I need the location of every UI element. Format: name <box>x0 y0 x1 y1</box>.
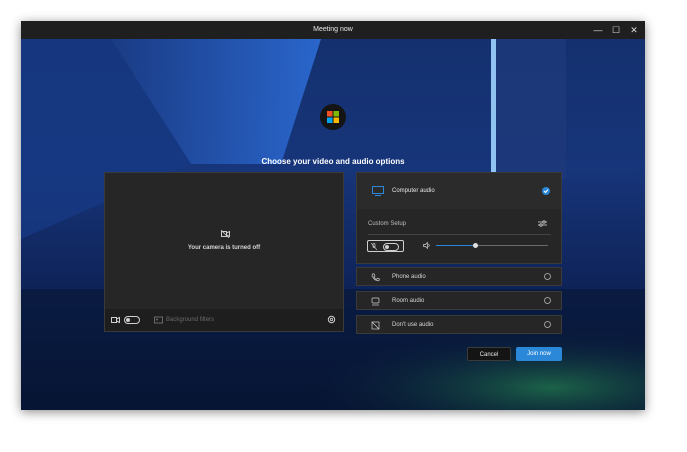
room-audio-icon <box>371 297 380 306</box>
volume-fill <box>436 245 476 246</box>
computer-audio-header[interactable]: Computer audio <box>357 173 561 209</box>
minimize-button[interactable]: — <box>589 21 607 39</box>
join-now-button[interactable]: Join now <box>516 347 562 361</box>
mic-off-icon <box>371 243 377 250</box>
close-button[interactable]: ✕ <box>625 21 643 39</box>
speaker-icon <box>423 242 431 249</box>
background-scene: Choose your video and audio options Your… <box>21 39 645 410</box>
mic-toggle[interactable] <box>383 242 399 251</box>
mic-control[interactable] <box>367 240 404 252</box>
phone-icon <box>371 273 380 282</box>
divider <box>368 234 551 235</box>
page-heading: Choose your video and audio options <box>261 157 405 166</box>
audio-option-label: Phone audio <box>392 274 426 280</box>
cancel-button[interactable]: Cancel <box>467 347 511 361</box>
volume-thumb[interactable] <box>472 243 478 248</box>
camera-toggle[interactable] <box>124 316 140 324</box>
audio-option-none[interactable]: Don't use audio <box>356 315 562 334</box>
computer-icon <box>372 186 384 196</box>
settings-gear-icon[interactable] <box>327 315 336 324</box>
meeting-window: Meeting now — ☐ ✕ Choose your video and … <box>21 21 645 410</box>
audio-option-room[interactable]: Room audio <box>356 291 562 310</box>
camera-icon <box>111 316 120 324</box>
video-preview: Your camera is turned off Background fil… <box>104 172 344 332</box>
audio-option-label: Don't use audio <box>392 322 434 328</box>
camera-off-message: Your camera is turned off <box>187 245 261 251</box>
maximize-button[interactable]: ☐ <box>607 21 625 39</box>
custom-setup-label: Custom Setup <box>368 221 407 227</box>
audio-option-label: Room audio <box>392 298 425 304</box>
room-audio-radio[interactable] <box>544 297 551 304</box>
background-filters-icon <box>154 316 163 324</box>
computer-audio-label: Computer audio <box>392 188 435 194</box>
no-audio-icon <box>371 321 380 330</box>
window-title: Meeting now <box>313 26 353 33</box>
microsoft-logo <box>320 104 346 130</box>
title-bar: Meeting now — ☐ ✕ <box>21 21 645 39</box>
audio-settings-icon[interactable] <box>538 220 547 227</box>
background-filters-button[interactable]: Background filters <box>166 317 214 323</box>
computer-audio-card[interactable]: Computer audio Custom Setup <box>356 172 562 264</box>
phone-audio-radio[interactable] <box>544 273 551 280</box>
volume-slider[interactable] <box>436 243 548 248</box>
no-audio-radio[interactable] <box>544 321 551 328</box>
video-controls-bar: Background filters <box>105 309 343 331</box>
audio-option-phone[interactable]: Phone audio <box>356 267 562 286</box>
selected-check-icon <box>542 187 550 195</box>
camera-off-icon <box>221 230 230 238</box>
